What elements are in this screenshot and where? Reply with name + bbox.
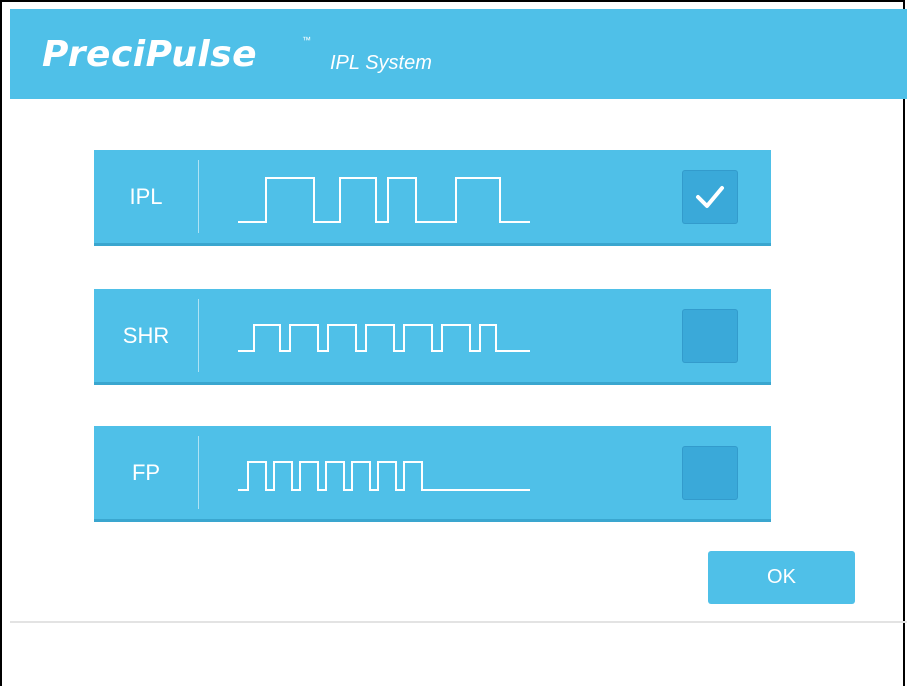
mode-label-ipl: IPL	[129, 183, 163, 209]
regular-pulse-waveform-icon	[238, 324, 530, 352]
ok-button[interactable]: OK	[708, 551, 855, 604]
mode-row-ipl[interactable]: IPL	[94, 150, 771, 243]
app-header: PreciPulse ™ IPL System	[10, 9, 907, 99]
wide-pulse-waveform-icon	[238, 177, 530, 223]
checkmark-icon	[696, 186, 724, 208]
mode-row-fp[interactable]: FP	[94, 426, 771, 519]
fast-pulse-waveform-icon	[238, 461, 530, 491]
trademark-mark: ™	[302, 35, 311, 45]
mode-label-shr: SHR	[122, 322, 170, 348]
mode-checkbox-fp[interactable]	[682, 446, 738, 500]
mode-row-shr[interactable]: SHR	[94, 289, 771, 382]
row-divider	[198, 436, 199, 509]
mode-label-fp: FP	[131, 459, 161, 485]
mode-checkbox-shr[interactable]	[682, 309, 738, 363]
row-divider	[198, 160, 199, 233]
mode-checkbox-ipl[interactable]	[682, 170, 738, 224]
app-logo: PreciPulse	[42, 34, 258, 75]
row-divider	[198, 299, 199, 372]
app-subtitle: IPL System	[330, 52, 432, 74]
footer-divider	[10, 621, 907, 623]
